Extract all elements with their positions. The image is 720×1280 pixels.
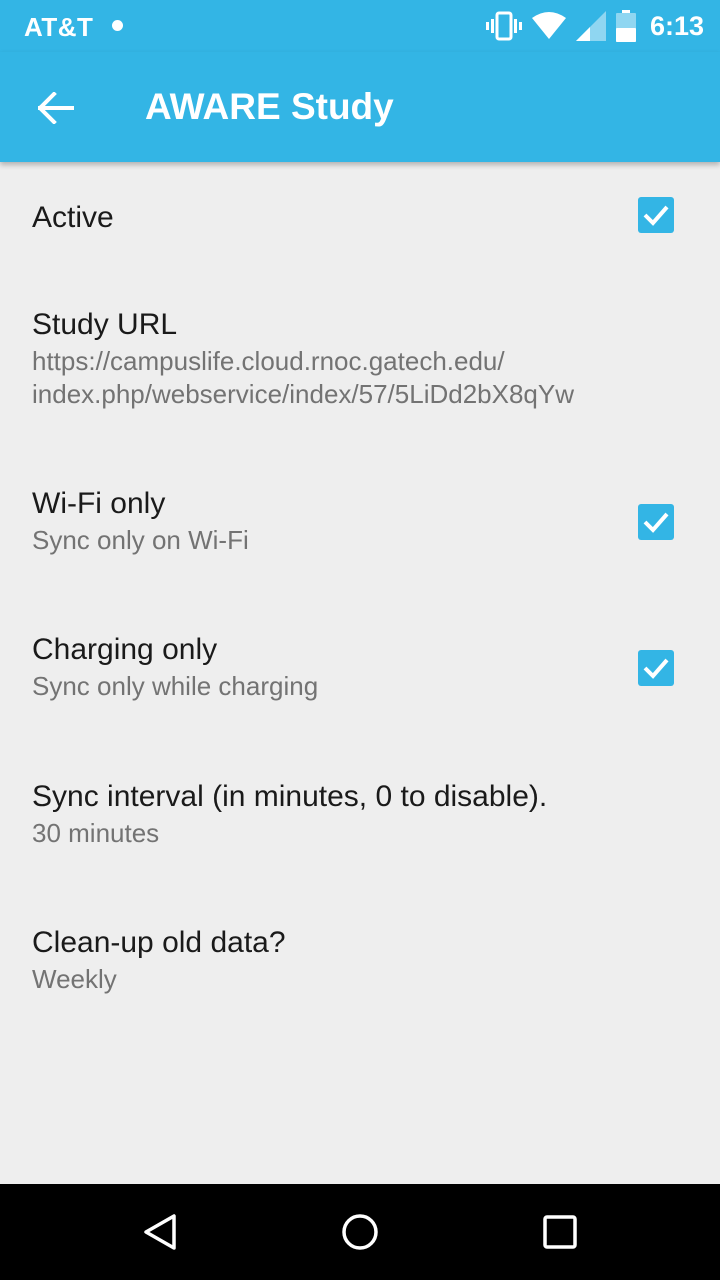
wifi-icon — [531, 12, 566, 40]
clock: 6:13 — [649, 10, 704, 41]
carrier-label: AT&T — [24, 12, 94, 42]
pref-wifi-only-summary: Sync only on Wi-Fi — [32, 525, 249, 555]
pref-active-title: Active — [32, 201, 114, 234]
nav-home-button[interactable] — [328, 1200, 392, 1264]
page-title: AWARE Study — [145, 86, 394, 127]
pref-wifi-only[interactable]: Wi-Fi only Sync only on Wi-Fi — [0, 486, 720, 557]
pref-charging-only-title: Charging only — [32, 633, 218, 666]
recents-square-icon — [543, 1215, 577, 1249]
pref-sync-interval[interactable]: Sync interval (in minutes, 0 to disable)… — [0, 779, 720, 850]
charging-only-checkbox[interactable] — [638, 650, 674, 686]
arrow-back-icon — [38, 92, 74, 124]
pref-study-url-summary: https://campuslife.cloud.rnoc.gatech.edu… — [32, 346, 575, 409]
checkmark-icon — [643, 658, 669, 679]
pref-charging-only[interactable]: Charging only Sync only while charging — [0, 632, 720, 703]
action-bar: AWARE Study — [0, 52, 720, 162]
home-circle-icon — [342, 1214, 378, 1250]
pref-wifi-only-title: Wi-Fi only — [32, 487, 166, 520]
pref-charging-only-summary: Sync only while charging — [32, 671, 319, 701]
pref-cleanup-title: Clean-up old data? — [32, 926, 286, 959]
cell-signal-icon — [575, 11, 606, 41]
vibrate-icon — [485, 11, 522, 41]
screen: AT&T 6:13 AWARE Study Active Study URL h… — [0, 0, 720, 1280]
nav-recents-button[interactable] — [528, 1200, 592, 1264]
notification-dot-icon — [112, 20, 123, 31]
pref-sync-interval-summary: 30 minutes — [32, 818, 160, 848]
status-bar: AT&T 6:13 — [0, 0, 720, 52]
pref-study-url-title: Study URL — [32, 308, 178, 341]
pref-active[interactable]: Active — [0, 200, 720, 236]
pref-cleanup-old-data[interactable]: Clean-up old data? Weekly — [0, 925, 720, 996]
navigation-bar — [0, 1184, 720, 1280]
checkmark-icon — [643, 205, 669, 226]
battery-icon — [615, 10, 636, 42]
nav-back-button[interactable] — [128, 1200, 192, 1264]
pref-sync-interval-title: Sync interval (in minutes, 0 to disable)… — [32, 780, 548, 813]
active-checkbox[interactable] — [638, 197, 674, 233]
wifi-only-checkbox[interactable] — [638, 504, 674, 540]
back-button[interactable] — [22, 74, 90, 142]
pref-study-url[interactable]: Study URL https://campuslife.cloud.rnoc.… — [0, 307, 720, 411]
pref-cleanup-summary: Weekly — [32, 964, 117, 994]
checkmark-icon — [643, 512, 669, 533]
back-triangle-icon — [144, 1214, 176, 1250]
status-icons: 6:13 — [476, 8, 704, 44]
